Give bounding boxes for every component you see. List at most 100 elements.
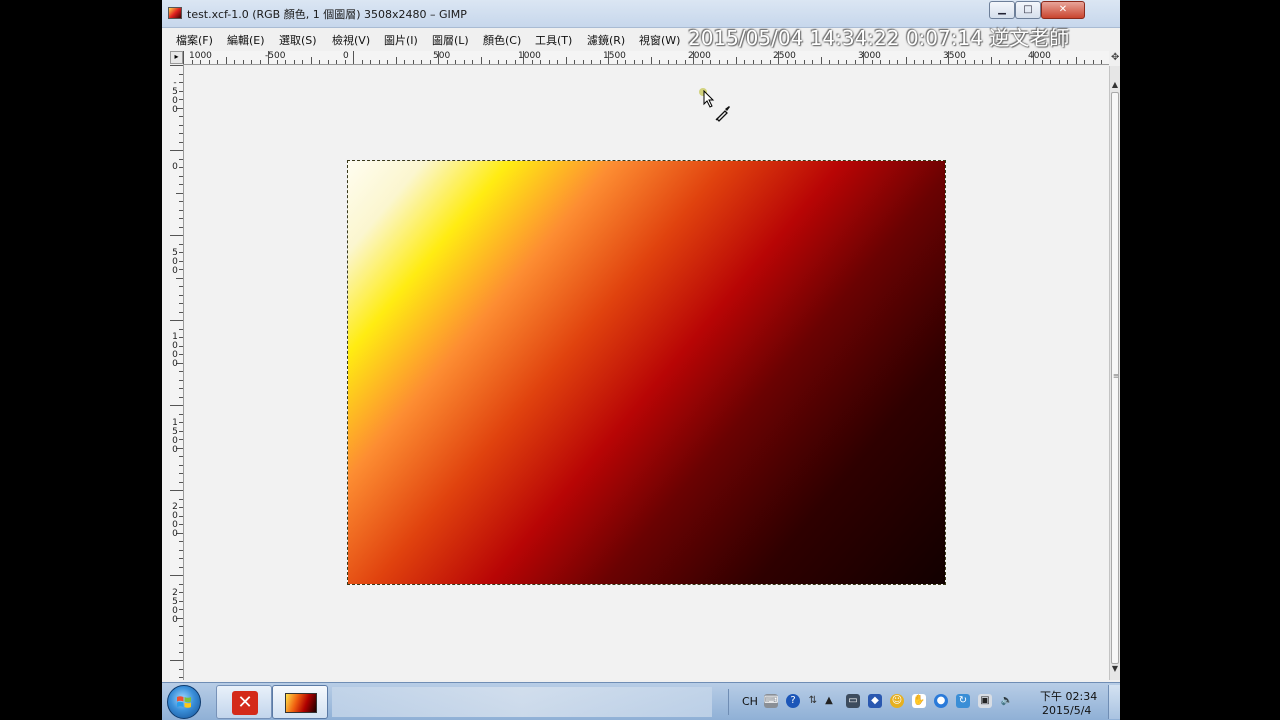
menu-tools[interactable]: 工具(T) — [535, 32, 572, 48]
ruler-tick — [179, 328, 183, 330]
menu-colors[interactable]: 顏色(C) — [483, 32, 521, 48]
gradient-image[interactable] — [347, 160, 946, 585]
ruler-corner-button[interactable]: ▸ — [170, 51, 183, 64]
gimp-image-thumbnail-icon — [285, 693, 317, 713]
ruler-tick — [179, 524, 183, 525]
maximize-button[interactable]: □ — [1015, 1, 1041, 19]
ruler-label: 500 — [433, 51, 451, 61]
ruler-tick — [179, 201, 183, 202]
ruler-tick — [170, 320, 183, 321]
ruler-tick — [744, 60, 745, 64]
system-tray: CH ⌨ ? ⇅ ▲ ▭ ◆ ☺ ✋ ● ↻ ▣ 🔈 下午 02:34 2015… — [728, 685, 1120, 719]
ruler-tick — [310, 57, 312, 64]
show-desktop-button[interactable] — [1108, 685, 1120, 719]
ruler-tick — [1016, 60, 1017, 64]
ruler-tick — [179, 133, 183, 134]
ruler-tick — [421, 60, 422, 64]
ruler-tick — [429, 60, 431, 64]
arrow-up-icon[interactable]: ▲ — [822, 694, 836, 708]
clock-date[interactable]: 2015/5/4 — [1042, 704, 1091, 717]
update-icon[interactable]: ↻ — [956, 694, 970, 708]
hand-icon[interactable]: ✋ — [912, 694, 926, 708]
window-title: test.xcf-1.0 (RGB 顏色, 1 個圖層) 3508x2480 –… — [187, 8, 467, 21]
clock-time[interactable]: 下午 02:34 — [1040, 688, 1097, 704]
network-icon[interactable]: ⇅ — [806, 694, 820, 708]
ruler-tick — [837, 60, 839, 64]
ruler-tick — [480, 57, 482, 64]
scrollbar-thumb[interactable]: ≡ — [1111, 92, 1119, 664]
vertical-scrollbar[interactable]: ▲ ≡ ▼ — [1109, 66, 1120, 680]
taskbar-gimp-button[interactable] — [272, 685, 328, 719]
menu-image[interactable]: 圖片(I) — [384, 32, 418, 48]
ruler-tick — [812, 60, 813, 64]
ruler-label: 1000 — [189, 51, 212, 61]
horizontal-ruler[interactable]: 1000 -500 0 500 1000 1500 2000 2500 3000 3500 4000 — [183, 51, 1109, 65]
ruler-tick — [1084, 60, 1085, 64]
ruler-tick — [179, 541, 183, 542]
menu-edit[interactable]: 編輯(E) — [227, 32, 265, 48]
ruler-label: 1500 — [603, 51, 626, 61]
shield-icon[interactable]: ◆ — [868, 694, 882, 708]
ruler-tick — [176, 192, 183, 194]
display-icon[interactable]: ▣ — [978, 694, 992, 708]
taskbar-xmind-button[interactable]: ✕ — [216, 685, 272, 719]
ruler-tick — [179, 311, 183, 313]
keyboard-icon[interactable]: ⌨ — [764, 694, 778, 708]
ruler-tick — [650, 57, 652, 64]
smiley-icon[interactable]: ☺ — [890, 694, 904, 708]
ruler-label: 2000 — [172, 502, 178, 539]
ruler-label: 2500 — [773, 51, 796, 61]
ruler-tick — [170, 235, 183, 236]
input-language-indicator[interactable]: CH — [742, 695, 758, 708]
monitor-icon[interactable]: ▭ — [846, 694, 860, 708]
ruler-tick — [179, 167, 183, 168]
ruler-label: 2500 — [172, 588, 178, 625]
ruler-tick — [179, 252, 183, 253]
ruler-tick — [251, 60, 252, 64]
ruler-tick — [183, 51, 184, 64]
ruler-tick — [179, 677, 183, 678]
ruler-tick — [176, 277, 183, 279]
start-button[interactable] — [167, 685, 201, 719]
menu-layer[interactable]: 圖層(L) — [432, 32, 469, 48]
ruler-tick — [1092, 60, 1094, 64]
ruler-tick — [234, 60, 235, 64]
ruler-tick — [353, 51, 354, 64]
ruler-tick — [179, 218, 183, 219]
scroll-up-arrow-icon[interactable]: ▲ — [1110, 80, 1120, 90]
menu-filters[interactable]: 濾鏡(R) — [587, 32, 625, 48]
ruler-tick — [931, 60, 932, 64]
ruler-tick — [727, 60, 728, 64]
ruler-tick — [293, 60, 295, 64]
scrollbar-grip-icon: ≡ — [1113, 372, 1119, 380]
menu-view[interactable]: 檢視(V) — [332, 32, 370, 48]
ruler-tick — [179, 626, 183, 627]
ruler-label: -500 — [172, 78, 178, 115]
ruler-tick — [179, 286, 183, 287]
ruler-tick — [179, 294, 183, 296]
ruler-tick — [973, 60, 975, 64]
ruler-tick — [999, 60, 1000, 64]
menu-select[interactable]: 選取(S) — [279, 32, 317, 48]
vertical-ruler[interactable]: -500 0 500 1000 1500 2000 2500 — [170, 65, 184, 680]
minimize-button[interactable]: ▁ — [989, 1, 1015, 19]
scroll-down-arrow-icon[interactable]: ▼ — [1110, 664, 1120, 674]
ruler-tick — [217, 60, 218, 64]
ruler-tick — [1067, 60, 1068, 64]
menu-windows[interactable]: 視窗(W) — [639, 32, 680, 48]
help-icon[interactable]: ? — [786, 694, 800, 708]
menu-file[interactable]: 檔案(F) — [176, 32, 213, 48]
ruler-tick — [591, 60, 592, 64]
globe-icon[interactable]: ● — [934, 694, 948, 708]
ruler-tick — [659, 60, 660, 64]
close-button[interactable]: ✕ — [1041, 1, 1085, 19]
navigate-icon[interactable]: ✥ — [1111, 52, 1119, 63]
ruler-tick — [761, 60, 762, 64]
volume-icon[interactable]: 🔈 — [1000, 694, 1014, 708]
ruler-tick — [179, 498, 183, 500]
ruler-tick — [327, 60, 329, 64]
ruler-tick — [179, 99, 183, 100]
ruler-tick — [905, 57, 907, 64]
image-canvas-area[interactable] — [184, 66, 1109, 680]
ruler-tick — [455, 60, 456, 64]
